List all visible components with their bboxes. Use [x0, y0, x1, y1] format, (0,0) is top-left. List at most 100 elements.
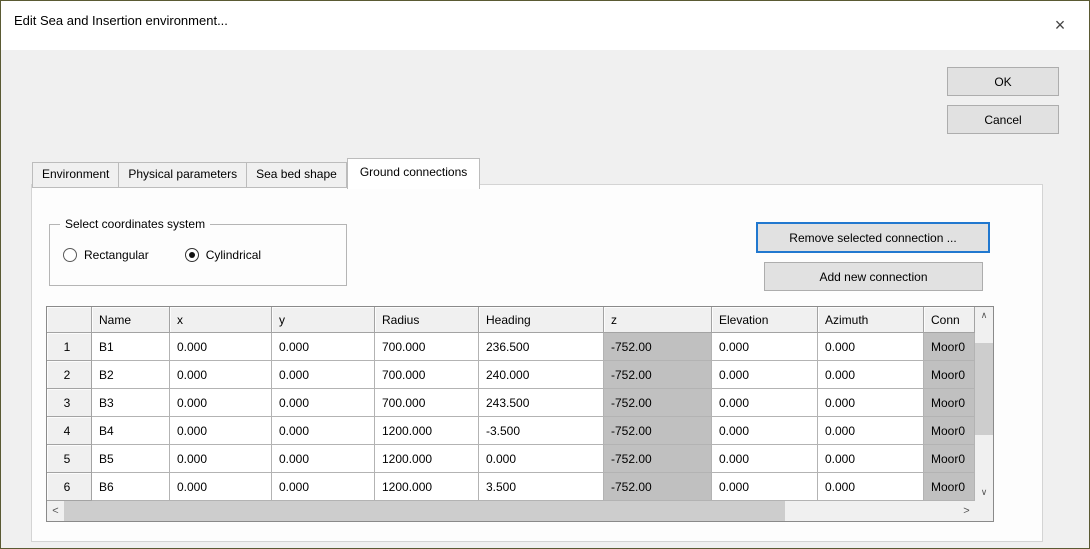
- grid-cell-y[interactable]: 0.000: [272, 361, 375, 389]
- col-header-z: z: [604, 307, 712, 333]
- col-header-heading: Heading: [479, 307, 604, 333]
- col-header-elevation: Elevation: [712, 307, 818, 333]
- grid-cell-azimuth[interactable]: 0.000: [818, 333, 924, 361]
- scroll-right-icon[interactable]: >: [958, 501, 975, 521]
- grid-cell-x[interactable]: 0.000: [170, 361, 272, 389]
- grid-cell-x[interactable]: 0.000: [170, 333, 272, 361]
- grid-cell-z: -752.00: [604, 445, 712, 473]
- add-connection-button[interactable]: Add new connection: [764, 262, 983, 291]
- radio-rectangular[interactable]: Rectangular: [63, 248, 149, 262]
- grid-cell-x[interactable]: 0.000: [170, 445, 272, 473]
- grid-cell-x[interactable]: 0.000: [170, 473, 272, 501]
- grid-cell-elevation[interactable]: 0.000: [712, 333, 818, 361]
- grid-cell-name[interactable]: B6: [92, 473, 170, 501]
- grid-cell-x[interactable]: 0.000: [170, 417, 272, 445]
- radio-label: Cylindrical: [206, 248, 261, 262]
- col-header-radius: Radius: [375, 307, 479, 333]
- tab-strip: EnvironmentPhysical parametersSea bed sh…: [32, 158, 480, 188]
- scrollbar-corner: [975, 501, 993, 521]
- tab-ground-connections[interactable]: Ground connections: [347, 158, 480, 189]
- radio-label: Rectangular: [84, 248, 149, 262]
- grid-cell-num[interactable]: 2: [47, 361, 92, 389]
- tab-physical-parameters[interactable]: Physical parameters: [119, 162, 247, 188]
- grid-cell-name[interactable]: B3: [92, 389, 170, 417]
- radio-circle-icon: [185, 248, 199, 262]
- grid-cell-num[interactable]: 5: [47, 445, 92, 473]
- grid-cell-num[interactable]: 3: [47, 389, 92, 417]
- dialog-window: Edit Sea and Insertion environment... × …: [0, 0, 1090, 549]
- grid-cell-radius[interactable]: 1200.000: [375, 417, 479, 445]
- radio-cylindrical[interactable]: Cylindrical: [185, 248, 261, 262]
- grid-cell-radius[interactable]: 1200.000: [375, 445, 479, 473]
- grid-cell-conn: Moor0: [924, 445, 975, 473]
- grid-cell-heading[interactable]: 0.000: [479, 445, 604, 473]
- grid-cell-num[interactable]: 6: [47, 473, 92, 501]
- grid-cell-z: -752.00: [604, 473, 712, 501]
- grid-cell-name[interactable]: B1: [92, 333, 170, 361]
- grid-cell-radius[interactable]: 700.000: [375, 389, 479, 417]
- vertical-scrollbar-thumb[interactable]: [975, 343, 993, 435]
- grid-cell-y[interactable]: 0.000: [272, 389, 375, 417]
- grid-cell-name[interactable]: B2: [92, 361, 170, 389]
- col-header-y: y: [272, 307, 375, 333]
- table-row: 5B50.0000.0001200.0000.000-752.000.0000.…: [47, 445, 993, 473]
- grid-cell-azimuth[interactable]: 0.000: [818, 361, 924, 389]
- grid-cell-azimuth[interactable]: 0.000: [818, 389, 924, 417]
- groupbox-title: Select coordinates system: [60, 217, 210, 231]
- grid-cell-name[interactable]: B5: [92, 445, 170, 473]
- grid-cell-num[interactable]: 4: [47, 417, 92, 445]
- cancel-button[interactable]: Cancel: [947, 105, 1059, 134]
- grid-cell-radius[interactable]: 1200.000: [375, 473, 479, 501]
- horizontal-scrollbar[interactable]: < >: [47, 501, 975, 521]
- grid-cell-conn: Moor0: [924, 417, 975, 445]
- horizontal-scrollbar-thumb[interactable]: [64, 501, 785, 521]
- grid-cell-azimuth[interactable]: 0.000: [818, 417, 924, 445]
- grid-cell-name[interactable]: B4: [92, 417, 170, 445]
- table-row: 6B60.0000.0001200.0003.500-752.000.0000.…: [47, 473, 993, 501]
- close-button[interactable]: ×: [1045, 11, 1075, 39]
- grid-cell-num[interactable]: 1: [47, 333, 92, 361]
- table-row: 4B40.0000.0001200.000-3.500-752.000.0000…: [47, 417, 993, 445]
- grid-cell-y[interactable]: 0.000: [272, 445, 375, 473]
- grid-cell-z: -752.00: [604, 417, 712, 445]
- table-header-row: NamexyRadiusHeadingzElevationAzimuthConn: [47, 307, 993, 333]
- grid-cell-y[interactable]: 0.000: [272, 417, 375, 445]
- radio-circle-icon: [63, 248, 77, 262]
- ok-button[interactable]: OK: [947, 67, 1059, 96]
- scroll-up-icon[interactable]: ∧: [975, 307, 993, 324]
- grid-cell-heading[interactable]: 243.500: [479, 389, 604, 417]
- grid-cell-y[interactable]: 0.000: [272, 473, 375, 501]
- col-header-azimuth: Azimuth: [818, 307, 924, 333]
- grid-cell-y[interactable]: 0.000: [272, 333, 375, 361]
- col-header-name: Name: [92, 307, 170, 333]
- grid-cell-conn: Moor0: [924, 361, 975, 389]
- grid-cell-azimuth[interactable]: 0.000: [818, 473, 924, 501]
- grid-cell-z: -752.00: [604, 361, 712, 389]
- grid-cell-elevation[interactable]: 0.000: [712, 445, 818, 473]
- grid-cell-heading[interactable]: 240.000: [479, 361, 604, 389]
- title-bar: Edit Sea and Insertion environment... ×: [1, 1, 1089, 50]
- tab-environment[interactable]: Environment: [32, 162, 119, 188]
- grid-cell-heading[interactable]: -3.500: [479, 417, 604, 445]
- grid-cell-elevation[interactable]: 0.000: [712, 473, 818, 501]
- scroll-left-icon[interactable]: <: [47, 501, 64, 521]
- grid-cell-heading[interactable]: 236.500: [479, 333, 604, 361]
- grid-cell-radius[interactable]: 700.000: [375, 361, 479, 389]
- grid-cell-x[interactable]: 0.000: [170, 389, 272, 417]
- col-header-num: [47, 307, 92, 333]
- connections-table: NamexyRadiusHeadingzElevationAzimuthConn…: [46, 306, 994, 522]
- scroll-down-icon[interactable]: ∨: [975, 484, 993, 501]
- grid-cell-elevation[interactable]: 0.000: [712, 361, 818, 389]
- grid-cell-heading[interactable]: 3.500: [479, 473, 604, 501]
- coordinates-system-groupbox: Select coordinates system RectangularCyl…: [49, 224, 347, 286]
- table-row: 2B20.0000.000700.000240.000-752.000.0000…: [47, 361, 993, 389]
- table-row: 3B30.0000.000700.000243.500-752.000.0000…: [47, 389, 993, 417]
- grid-cell-radius[interactable]: 700.000: [375, 333, 479, 361]
- grid-cell-azimuth[interactable]: 0.000: [818, 445, 924, 473]
- remove-connection-button[interactable]: Remove selected connection ...: [756, 222, 990, 253]
- grid-cell-conn: Moor0: [924, 473, 975, 501]
- vertical-scrollbar[interactable]: ∧ ∨: [975, 307, 993, 501]
- grid-cell-elevation[interactable]: 0.000: [712, 389, 818, 417]
- tab-sea-bed-shape[interactable]: Sea bed shape: [247, 162, 347, 188]
- grid-cell-elevation[interactable]: 0.000: [712, 417, 818, 445]
